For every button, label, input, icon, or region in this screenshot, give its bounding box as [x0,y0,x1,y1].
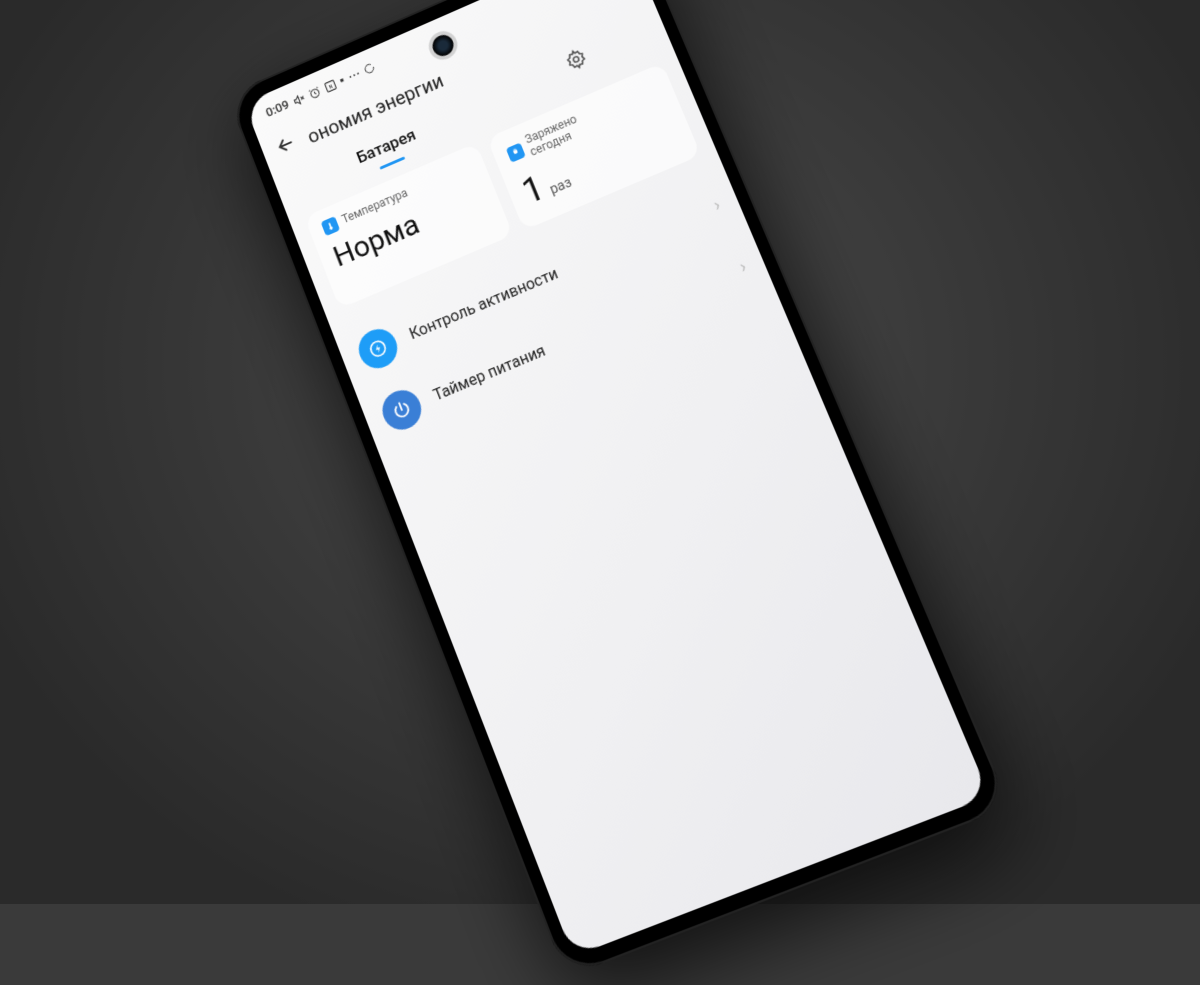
nfc-icon: N [322,78,338,94]
charged-unit: раз [548,174,574,197]
thermometer-icon [321,216,341,236]
sync-icon [362,61,377,76]
phone-body: 0:09 N ▪ ⋯ [227,0,1011,977]
screen: 0:09 N ▪ ⋯ [244,0,990,956]
power-icon [377,384,427,435]
plug-icon [506,142,526,162]
app-icon: ▪ [337,73,346,89]
charged-count: 1 [516,167,549,212]
back-button[interactable] [272,131,301,164]
bolt-icon [353,323,403,374]
alarm-icon [306,85,322,101]
mute-icon [291,91,307,107]
settings-gear-icon[interactable] [562,44,592,74]
misc-icon: ⋯ [346,66,363,84]
status-time: 0:09 [264,97,291,120]
chevron-right-icon: › [736,256,749,277]
chevron-right-icon: › [711,194,724,215]
svg-text:N: N [328,83,334,90]
